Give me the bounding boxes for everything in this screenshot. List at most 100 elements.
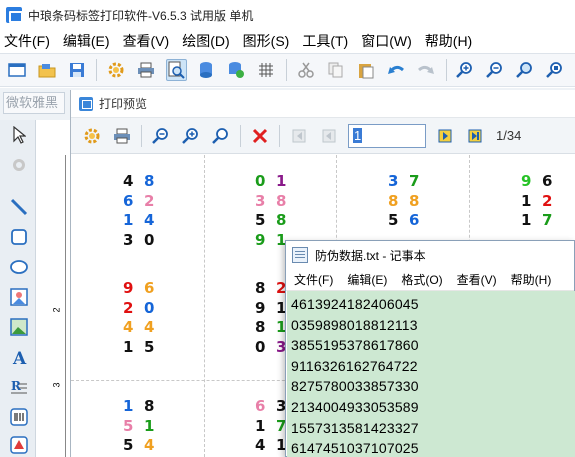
label-digit-row: 88: [388, 192, 430, 212]
menu-shape[interactable]: 图形(S): [243, 31, 290, 51]
label-digit: 7: [542, 211, 553, 229]
print-preview-icon[interactable]: [165, 59, 187, 81]
image-tool-icon[interactable]: [8, 286, 30, 308]
label-digit-row: 48: [123, 172, 165, 192]
line-tool-icon[interactable]: [8, 196, 30, 218]
label-digit: 6: [409, 211, 420, 229]
text-line: 0359898018812113: [291, 316, 418, 333]
vertical-ruler: 2 3: [52, 155, 66, 457]
text-line: 3855195378617860: [291, 337, 419, 354]
zoom-out-icon[interactable]: [485, 59, 506, 81]
cut-icon[interactable]: [295, 59, 316, 81]
rich-text-tool-icon[interactable]: R: [8, 376, 30, 398]
notepad-menu-file[interactable]: 文件(F): [294, 271, 333, 288]
menu-edit[interactable]: 编辑(E): [63, 31, 110, 51]
notepad-menu-view[interactable]: 查看(V): [457, 271, 497, 288]
notepad-icon: [292, 247, 308, 263]
label-cell: 37 8856: [388, 172, 430, 231]
label-digit: 8: [144, 397, 155, 415]
select-pointer-icon[interactable]: [8, 124, 30, 146]
notepad-menu-help[interactable]: 帮助(H): [511, 271, 552, 288]
label-digit: 1: [276, 172, 287, 190]
zoom-actual-icon[interactable]: [545, 59, 566, 81]
menu-tools[interactable]: 工具(T): [302, 31, 348, 51]
label-cell: 01385891: [255, 172, 297, 250]
label-digit-row: 58: [255, 211, 297, 231]
label-digit: 1: [123, 337, 134, 356]
database-icon[interactable]: [196, 59, 217, 81]
database-settings-icon[interactable]: [226, 59, 247, 81]
picture-tool-icon[interactable]: [8, 316, 30, 338]
page-number-input[interactable]: 1: [348, 123, 426, 148]
menu-help[interactable]: 帮助(H): [425, 31, 472, 51]
first-page-icon[interactable]: [288, 125, 310, 147]
grid-icon[interactable]: [256, 59, 277, 81]
label-digit-row: 96: [123, 279, 165, 299]
paste-icon[interactable]: [355, 59, 376, 81]
label-digit-row: 54: [123, 436, 165, 456]
close-preview-icon[interactable]: [249, 125, 271, 147]
toolbar-separator: [96, 59, 98, 81]
label-digit-row: 56: [388, 211, 430, 231]
zoom-fit-icon[interactable]: [515, 59, 536, 81]
label-digit-row: 18: [123, 397, 165, 417]
text-line: 9116326162764722: [291, 357, 418, 374]
label-digit-row: 17: [521, 211, 563, 231]
barcode-tool-icon[interactable]: [8, 406, 30, 428]
window-title: 中琅条码标签打印软件-V6.5.3 试用版 单机: [28, 8, 254, 23]
redo-icon[interactable]: [415, 59, 436, 81]
notepad-window: 防伪数据.txt - 记事本 文件(F) 编辑(E) 格式(O) 查看(V) 帮…: [285, 240, 575, 457]
prev-page-icon[interactable]: [318, 125, 340, 147]
label-digit: 8: [276, 191, 287, 210]
label-digit: 8: [255, 318, 266, 336]
print-icon[interactable]: [135, 59, 156, 81]
label-digit: 4: [123, 318, 134, 336]
shape-tool-icon[interactable]: [8, 434, 30, 456]
zoom-fit-icon[interactable]: [210, 125, 232, 147]
rotate-tool-icon[interactable]: [8, 154, 30, 176]
ellipse-tool-icon[interactable]: [8, 256, 30, 278]
label-digit: 1: [144, 416, 155, 435]
save-icon[interactable]: [66, 59, 87, 81]
title-bar: 中琅条码标签打印软件-V6.5.3 试用版 单机: [0, 0, 575, 30]
label-digit-row: 20: [123, 299, 165, 319]
font-family-select[interactable]: 微软雅黑: [3, 92, 65, 114]
zoom-out-icon[interactable]: [150, 125, 172, 147]
text-tool-icon[interactable]: A: [8, 346, 30, 368]
text-line: 1557313581423327: [291, 419, 419, 436]
label-digit: 5: [388, 211, 399, 229]
notepad-menu-format[interactable]: 格式(O): [401, 271, 442, 288]
text-line: 8275780033857330: [291, 378, 419, 395]
label-digit: 8: [144, 172, 155, 190]
label-grid-line: [204, 155, 205, 457]
menu-window[interactable]: 窗口(W): [361, 31, 412, 51]
label-digit: 7: [409, 172, 420, 190]
open-folder-icon[interactable]: [36, 59, 57, 81]
rectangle-tool-icon[interactable]: [8, 226, 30, 248]
preview-title-bar: 打印预览: [71, 90, 575, 118]
menu-file[interactable]: 文件(F): [4, 31, 50, 51]
print-icon[interactable]: [111, 125, 133, 147]
label-digit: 4: [144, 436, 155, 454]
notepad-text-area[interactable]: 4613924182406045 0359898018812113 385519…: [287, 291, 575, 457]
zoom-in-icon[interactable]: [180, 125, 202, 147]
label-digit: 3: [123, 230, 134, 249]
menu-draw[interactable]: 绘图(D): [182, 31, 229, 51]
label-digit: 4: [123, 172, 134, 190]
zoom-in-icon[interactable]: [454, 59, 475, 81]
next-page-icon[interactable]: [434, 125, 456, 147]
label-digit-row: 38: [255, 192, 297, 212]
settings-gear-icon[interactable]: [105, 59, 126, 81]
last-page-icon[interactable]: [464, 125, 486, 147]
label-digit-row: 51: [123, 417, 165, 437]
label-digit: 3: [388, 172, 399, 190]
svg-text:A: A: [12, 349, 27, 366]
copy-icon[interactable]: [325, 59, 346, 81]
label-digit: 6: [255, 397, 266, 415]
menu-view[interactable]: 查看(V): [123, 31, 170, 51]
new-window-icon[interactable]: [6, 59, 27, 81]
notepad-menu-edit[interactable]: 编辑(E): [347, 271, 387, 288]
toolbar-separator: [279, 124, 280, 147]
undo-icon[interactable]: [385, 59, 406, 81]
settings-gear-icon[interactable]: [81, 125, 103, 147]
